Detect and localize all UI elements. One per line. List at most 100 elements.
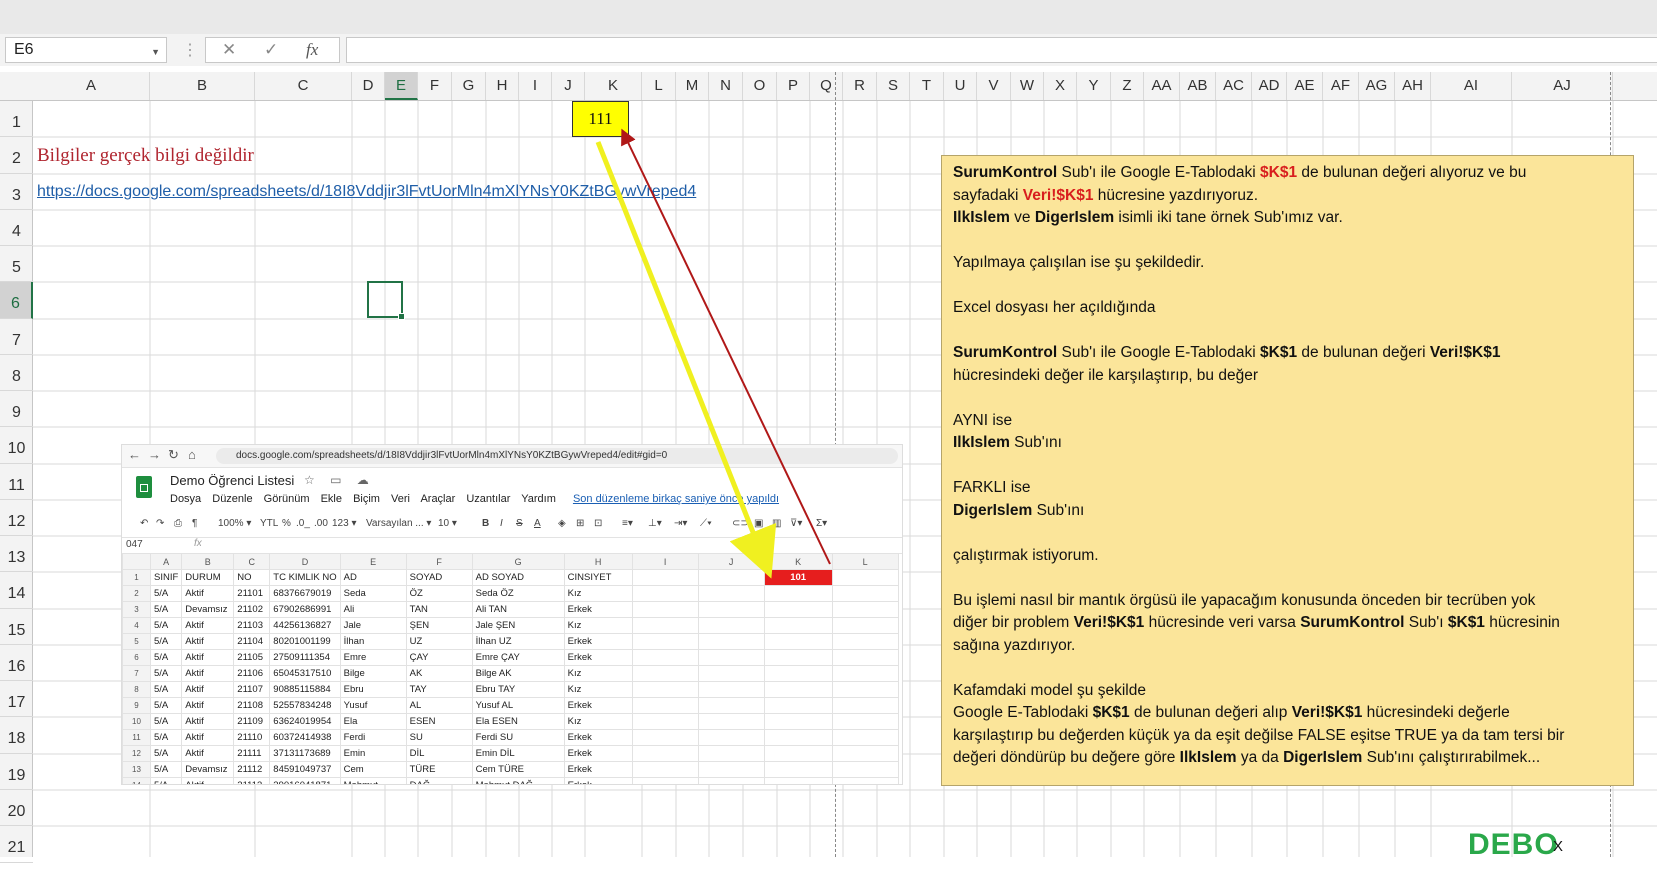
sheet-cell[interactable]: 84591049737 [269, 761, 341, 778]
sheet-cell[interactable]: Ferdi [339, 729, 407, 746]
menu-item[interactable]: Yardım [521, 493, 556, 505]
home-icon[interactable]: ⌂ [188, 447, 196, 462]
sheet-cell[interactable]: Erkek [563, 745, 633, 762]
sheet-cell[interactable] [631, 649, 699, 666]
sheet-cell[interactable]: ÖZ [405, 585, 473, 602]
sheet-cell[interactable] [697, 585, 765, 602]
sheet-cell[interactable]: 5/A [149, 729, 183, 746]
sheets-name-box[interactable]: 047 [126, 539, 143, 550]
sheet-cell[interactable]: 21102 [233, 601, 271, 618]
sheet-cell[interactable]: AD [339, 569, 407, 586]
sheet-cell[interactable]: Bilge [339, 665, 407, 682]
functions-icon[interactable]: Σ▾ [816, 518, 827, 529]
sheet-cell[interactable] [631, 761, 699, 778]
sheet-cell[interactable] [763, 729, 833, 746]
sheet-cell[interactable] [831, 681, 899, 698]
sheet-cell[interactable]: Erkek [563, 761, 633, 778]
sheet-cell[interactable] [763, 617, 833, 634]
sheet-cell[interactable]: Emin DİL [471, 745, 565, 762]
selected-cell-e6[interactable] [367, 281, 405, 320]
sheet-cell[interactable] [763, 633, 833, 650]
sheet-cell[interactable]: 5/A [149, 601, 183, 618]
sheet-cell[interactable] [831, 585, 899, 602]
sheet-cell[interactable] [831, 649, 899, 666]
sheet-cell[interactable]: 21111 [233, 745, 271, 762]
url-field[interactable]: docs.google.com/spreadsheets/d/18I8Vddji… [216, 448, 898, 464]
text-color-button[interactable]: A [534, 518, 541, 529]
menu-item[interactable]: Ekle [321, 493, 342, 505]
sheet-cell[interactable]: Ali TAN [471, 601, 565, 618]
valign-icon[interactable]: ⊥▾ [648, 518, 662, 529]
sheet-cell[interactable] [697, 777, 765, 784]
sheet-cell[interactable]: 21108 [233, 697, 271, 714]
sheet-cell[interactable]: 21113 [233, 777, 271, 784]
wrap-icon[interactable]: ⇥▾ [674, 518, 687, 529]
sheet-cell[interactable]: ESEN [405, 713, 473, 730]
sheet-cell[interactable]: 21101 [233, 585, 271, 602]
forward-icon[interactable]: → [148, 447, 161, 462]
sheet-cell[interactable]: 44256136827 [269, 617, 341, 634]
sheet-cell[interactable] [631, 633, 699, 650]
sheet-cell[interactable] [697, 601, 765, 618]
back-icon[interactable]: ← [128, 447, 141, 462]
sheet-cell[interactable]: Seda ÖZ [471, 585, 565, 602]
last-edit-link[interactable]: Son düzenleme birkaç saniye önce yapıldı [573, 493, 779, 505]
sheet-cell[interactable] [831, 761, 899, 778]
sheet-cell[interactable]: Kız [563, 681, 633, 698]
sheet-cell[interactable] [631, 745, 699, 762]
sheet-cell[interactable]: İlhan [339, 633, 407, 650]
undo-icon[interactable]: ↶ [140, 518, 148, 529]
print-icon[interactable]: ⎙ [174, 518, 182, 529]
sheet-cell[interactable] [631, 569, 699, 586]
sheet-cell[interactable] [831, 569, 899, 586]
sheet-cell[interactable]: Jale [339, 617, 407, 634]
sheet-cell[interactable]: Seda [339, 585, 407, 602]
sheet-cell[interactable] [763, 585, 833, 602]
sheet-cell[interactable]: 21112 [233, 761, 271, 778]
sheet-cell[interactable]: 60372414938 [269, 729, 341, 746]
sheet-cell[interactable] [631, 585, 699, 602]
sheet-cell[interactable]: 39016041871 [269, 777, 341, 784]
sheet-cell[interactable]: Aktif [181, 585, 235, 602]
sheet-cell[interactable]: 5/A [149, 681, 183, 698]
sheet-cell[interactable]: 21105 [233, 649, 271, 666]
sheet-cell[interactable]: Emre ÇAY [471, 649, 565, 666]
sheet-cell[interactable]: SOYAD [405, 569, 473, 586]
percent-button[interactable]: % [282, 518, 291, 529]
sheet-cell[interactable]: TAY [405, 681, 473, 698]
sheet-cell[interactable]: Aktif [181, 729, 235, 746]
menu-item[interactable]: Veri [391, 493, 410, 505]
sheet-cell[interactable]: TC KIMLIK NO [269, 569, 341, 586]
sheet-cell[interactable]: DİL [405, 745, 473, 762]
sheet-cell[interactable]: 21106 [233, 665, 271, 682]
sheet-cell[interactable]: Erkek [563, 649, 633, 666]
sheet-cell[interactable]: 5/A [149, 617, 183, 634]
sheet-cell[interactable]: AD SOYAD [471, 569, 565, 586]
sheet-cell[interactable]: Erkek [563, 729, 633, 746]
font-size-select[interactable]: 10 ▾ [438, 518, 457, 529]
sheet-cell[interactable]: Ali [339, 601, 407, 618]
sheet-cell[interactable] [697, 681, 765, 698]
sheet-cell[interactable]: 101 [763, 569, 833, 586]
align-icon[interactable]: ≡▾ [622, 518, 633, 529]
sheet-cell[interactable] [831, 729, 899, 746]
sheet-cell[interactable] [763, 713, 833, 730]
sheet-cell[interactable] [697, 633, 765, 650]
borders-icon[interactable]: ⊞ [576, 518, 584, 529]
currency-button[interactable]: YTL [260, 518, 278, 529]
sheet-cell[interactable] [763, 745, 833, 762]
sheet-cell[interactable] [763, 601, 833, 618]
sheet-cell[interactable]: 90885115884 [269, 681, 341, 698]
sheet-cell[interactable]: NO [233, 569, 271, 586]
strikethrough-button[interactable]: S [516, 518, 523, 529]
sheet-cell[interactable] [763, 761, 833, 778]
sheet-cell[interactable]: 5/A [149, 777, 183, 784]
sheet-cell[interactable] [697, 649, 765, 666]
sheet-cell[interactable]: ŞEN [405, 617, 473, 634]
sheet-cell[interactable]: DURUM [181, 569, 235, 586]
sheet-cell[interactable] [697, 761, 765, 778]
sheet-cell[interactable]: 52557834248 [269, 697, 341, 714]
sheet-cell[interactable]: 5/A [149, 665, 183, 682]
sheet-cell[interactable]: Aktif [181, 665, 235, 682]
rotate-icon[interactable]: ⟋▾ [700, 518, 712, 529]
